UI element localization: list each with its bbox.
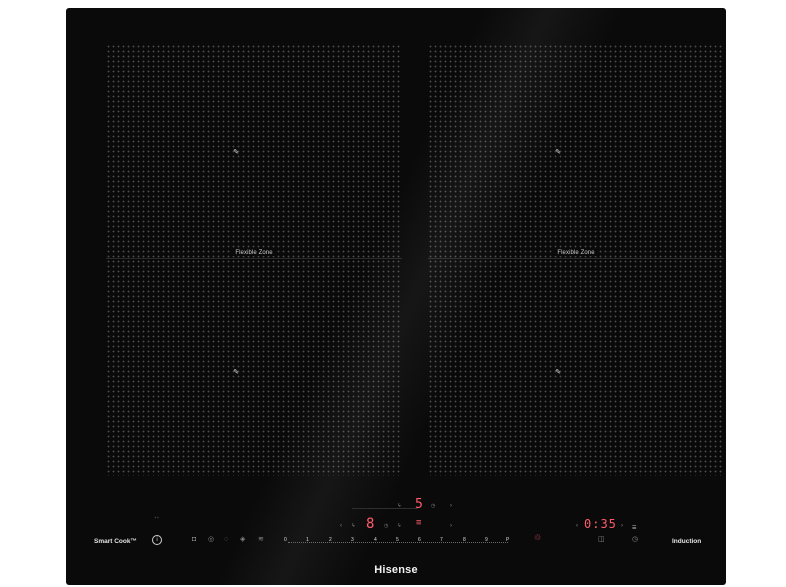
slider-step-8[interactable]: 8: [463, 537, 466, 543]
slider-step-2[interactable]: 2: [329, 537, 332, 543]
slider-step-1[interactable]: 1: [306, 537, 309, 543]
slider-step-6[interactable]: 6: [418, 537, 421, 543]
pot-icon[interactable]: ◘: [192, 536, 196, 544]
smart-cook-label: Smart Cook™: [94, 538, 137, 545]
timer-menu-icon[interactable]: ☰: [632, 524, 636, 532]
slider-step-4[interactable]: 4: [374, 537, 377, 543]
zone-right-lower-selector-icon[interactable]: ›: [450, 522, 452, 530]
flexible-zone-left-label: Flexible Zone: [232, 250, 276, 256]
timer-minus-icon[interactable]: ‹: [576, 522, 578, 530]
flexible-zone-right: Flexible Zone ✎ ✎: [428, 44, 724, 476]
zone-timer-icon[interactable]: ◷: [384, 522, 388, 530]
pan-detect-mark-icon: ✎: [233, 149, 239, 156]
zone-top-timer-icon[interactable]: ◷: [431, 502, 435, 510]
display-frame-top: [352, 508, 418, 509]
power-button[interactable]: i: [152, 535, 162, 545]
pan-icon[interactable]: ◎: [208, 536, 214, 544]
slider-step-9[interactable]: 9: [485, 537, 488, 543]
control-panel: Smart Cook™ ⁺⁺ i ◘ ◎ ◌ ◈ ≋ ‹ ϟ 8 ◷ ϟ ϟ 5…: [66, 488, 726, 585]
zone-right-selector-icon[interactable]: ›: [450, 502, 452, 510]
flexible-zone-left: Flexible Zone ✎ ✎: [106, 44, 402, 476]
timer-display: 0:35: [584, 517, 617, 531]
pan-detect-mark-icon: ✎: [555, 149, 561, 156]
flexible-zone-left-label-wrap: Flexible Zone: [106, 250, 402, 256]
brand-logo: Hisense: [374, 564, 418, 576]
bridge-icon[interactable]: ◈: [240, 536, 245, 544]
slider-step-3[interactable]: 3: [351, 537, 354, 543]
wifi-icon: ⁺⁺: [154, 516, 160, 522]
zone-divider-left: [106, 258, 402, 259]
slider-step-5[interactable]: 5: [396, 537, 399, 543]
zone-divider-right: [428, 258, 724, 259]
flexible-zone-right-label: Flexible Zone: [554, 250, 598, 256]
boost-right-icon[interactable]: ϟ: [398, 522, 401, 530]
zone-left-selector-icon[interactable]: ‹: [340, 522, 342, 530]
keep-warm-icon[interactable]: ◌: [224, 536, 228, 544]
zone-top-boost-icon[interactable]: ϟ: [398, 502, 401, 510]
zone-top-level: 5: [415, 497, 423, 512]
boost-left-icon[interactable]: ϟ: [352, 522, 355, 530]
clock-icon[interactable]: ◷: [632, 536, 638, 544]
pan-detect-mark-icon: ✎: [233, 369, 239, 376]
timer-plus-icon[interactable]: ›: [621, 522, 623, 530]
induction-hob: Flexible Zone ✎ ✎ Flexible Zone ✎ ✎ Smar…: [66, 8, 726, 585]
slider-step-0[interactable]: 0: [284, 537, 287, 543]
slider-step-p[interactable]: P: [506, 537, 509, 543]
zone-top-bar-indicator: ≡: [416, 518, 422, 528]
induction-label: Induction: [672, 538, 702, 545]
zone-power-level: 8: [366, 516, 375, 532]
steam-icon[interactable]: ≋: [258, 536, 264, 544]
pause-icon[interactable]: ◫: [598, 536, 605, 544]
pan-detect-mark-icon: ✎: [555, 369, 561, 376]
flexible-zone-right-label-wrap: Flexible Zone: [428, 250, 724, 256]
slider-step-7[interactable]: 7: [440, 537, 443, 543]
lock-icon[interactable]: ♲: [534, 534, 541, 542]
